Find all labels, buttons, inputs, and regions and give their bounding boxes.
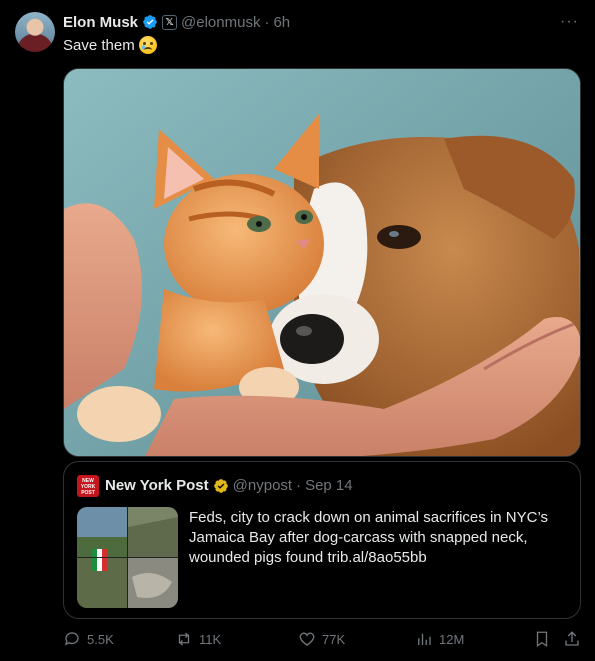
post-time[interactable]: 6h <box>273 14 290 31</box>
quoted-author-name[interactable]: New York Post <box>105 477 209 494</box>
like-icon <box>299 632 315 646</box>
quoted-post-text: Feds, city to crack down on animal sacri… <box>189 509 549 566</box>
like-count: 77K <box>322 631 346 647</box>
repost-count: 11K <box>199 631 222 647</box>
reply-icon <box>64 632 79 646</box>
x-badge-icon: 𝕏 <box>162 14 178 30</box>
quoted-handle[interactable]: @nypost <box>233 477 292 494</box>
crying-face-emoji-icon <box>138 36 157 54</box>
verified-icon <box>143 15 157 29</box>
avatar[interactable] <box>15 12 55 52</box>
repost-button[interactable]: 11K <box>175 630 221 648</box>
share-icon <box>565 631 579 646</box>
nypost-logo-icon: NEW YORK POST <box>77 475 99 497</box>
views-count: 12M <box>439 631 465 647</box>
verified-gold-icon <box>213 478 228 493</box>
reply-count: 5.5K <box>87 631 114 647</box>
reply-button[interactable]: 5.5K <box>63 630 114 648</box>
quoted-post-thumbnail[interactable] <box>77 507 178 608</box>
post-header: Elon Musk 𝕏 @elonmusk · 6h <box>63 12 290 32</box>
share-button[interactable] <box>563 630 581 648</box>
views-button[interactable]: 12M <box>415 630 464 648</box>
bookmark-button[interactable] <box>533 630 551 648</box>
more-icon[interactable]: ··· <box>560 13 579 31</box>
quoted-post-header: New York Post @nypost · Sep 14 <box>105 477 353 494</box>
quoted-time[interactable]: Sep 14 <box>305 477 353 494</box>
quoted-post[interactable]: NEW YORK POST New York Post @nypost · Sep … <box>63 461 581 619</box>
kitten-puppy-illustration <box>64 69 580 456</box>
post-image[interactable] <box>63 68 581 457</box>
repost-icon <box>178 632 190 646</box>
separator: · <box>296 477 302 494</box>
post-text: Save them <box>63 36 157 54</box>
separator: · <box>264 13 270 31</box>
post-text-content: Save them <box>63 36 135 54</box>
author-name[interactable]: Elon Musk <box>63 14 138 31</box>
action-bar: 5.5K 11K 77K 12M <box>63 630 581 652</box>
thumbnail-collage <box>77 507 178 608</box>
views-icon <box>418 633 431 645</box>
author-handle[interactable]: @elonmusk <box>181 14 260 31</box>
like-button[interactable]: 77K <box>298 630 345 648</box>
bookmark-icon <box>536 631 548 648</box>
